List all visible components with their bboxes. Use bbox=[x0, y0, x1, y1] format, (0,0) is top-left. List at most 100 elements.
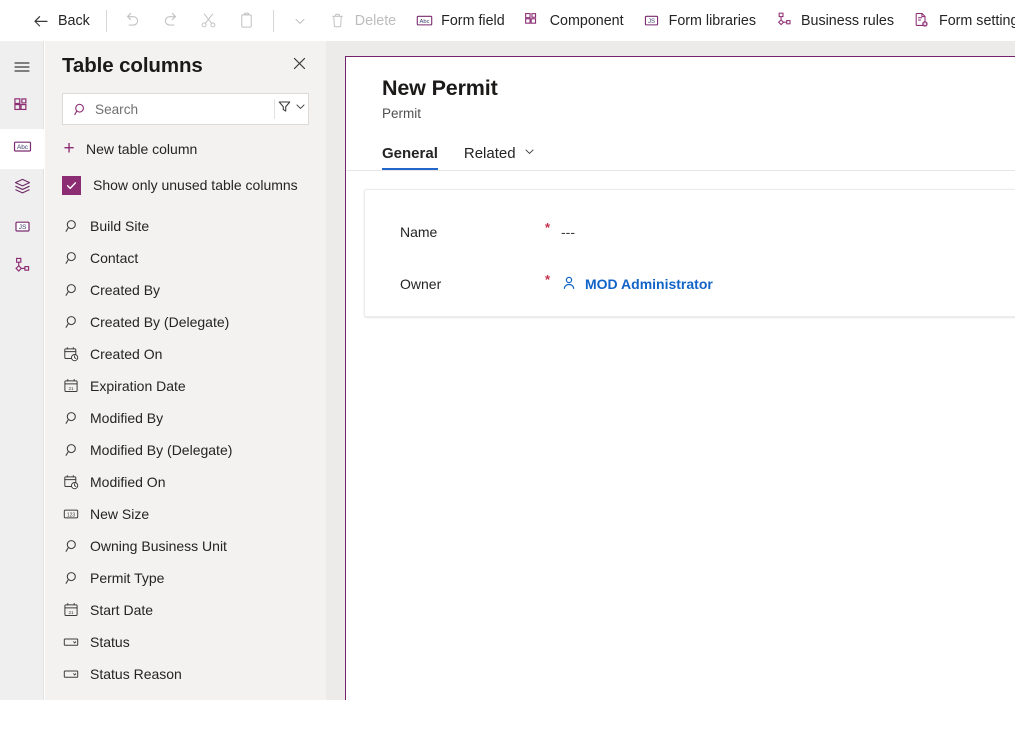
filter-button[interactable] bbox=[277, 95, 293, 123]
chevron-down-icon bbox=[523, 145, 536, 162]
lookup-icon bbox=[62, 314, 79, 331]
redo-button[interactable] bbox=[152, 5, 190, 37]
field-value-owner[interactable]: MOD Administrator bbox=[561, 275, 713, 294]
form-tabs: General Related bbox=[382, 137, 1015, 170]
search-icon bbox=[73, 102, 88, 117]
layers-icon bbox=[12, 176, 33, 202]
business-rules-button[interactable]: Business rules bbox=[765, 5, 903, 37]
back-button[interactable]: Back bbox=[22, 5, 99, 37]
table-columns-list[interactable]: Build Site Contact Created By Created By (D… bbox=[45, 210, 326, 700]
paste-button[interactable] bbox=[228, 5, 266, 37]
form-card: New Permit Permit General Related Name * bbox=[345, 56, 1015, 700]
lookup-icon bbox=[62, 218, 79, 235]
table-column-label: Created By bbox=[90, 281, 161, 298]
table-column-label: Expiration Date bbox=[90, 377, 186, 394]
business-rules-icon bbox=[774, 11, 794, 31]
date-time-icon bbox=[62, 474, 79, 491]
table-column-item[interactable]: Status Reason bbox=[45, 658, 326, 690]
scissors-icon bbox=[199, 11, 219, 31]
table-column-item[interactable]: Owning Business Unit bbox=[45, 530, 326, 562]
table-column-label: Created By (Delegate) bbox=[90, 313, 230, 330]
undo-icon bbox=[123, 11, 143, 31]
form-libraries-button[interactable]: JS Form libraries bbox=[633, 5, 765, 37]
js-box-icon: JS bbox=[642, 11, 662, 31]
field-row-name[interactable]: Name * --- bbox=[365, 206, 1015, 258]
table-column-item[interactable]: 21 Start Date bbox=[45, 594, 326, 626]
table-column-item[interactable]: Created By (Delegate) bbox=[45, 306, 326, 338]
trash-icon bbox=[328, 11, 348, 31]
panel-header: Table columns bbox=[45, 41, 326, 79]
tabs-divider bbox=[346, 170, 1015, 171]
table-column-item[interactable]: Created By bbox=[45, 274, 326, 306]
table-column-label: Build Site bbox=[90, 217, 150, 234]
rail-item-layers[interactable] bbox=[0, 169, 44, 209]
filter-chevron-button[interactable] bbox=[292, 95, 308, 123]
new-table-column-button[interactable]: + New table column bbox=[62, 135, 309, 163]
lookup-icon bbox=[62, 410, 79, 427]
form-settings-button[interactable]: Form settings bbox=[903, 5, 1015, 37]
rail-item-components[interactable] bbox=[0, 89, 44, 129]
svg-text:21: 21 bbox=[68, 610, 74, 615]
new-table-column-label: New table column bbox=[86, 141, 198, 157]
person-icon bbox=[561, 275, 577, 294]
tab-general[interactable]: General bbox=[382, 145, 438, 170]
tab-related-label: Related bbox=[463, 145, 516, 162]
table-column-item[interactable]: 21 Expiration Date bbox=[45, 370, 326, 402]
required-marker-name: * bbox=[545, 220, 551, 235]
table-column-item[interactable]: Modified By (Delegate) bbox=[45, 434, 326, 466]
field-value-name[interactable]: --- bbox=[561, 224, 575, 240]
search-input[interactable] bbox=[95, 101, 272, 117]
show-only-unused-checkbox[interactable]: Show only unused table columns bbox=[62, 172, 309, 198]
undo-button[interactable] bbox=[114, 5, 152, 37]
table-column-item[interactable]: Modified On bbox=[45, 466, 326, 498]
toolbar-divider bbox=[105, 9, 107, 32]
field-value-name-text: --- bbox=[561, 224, 575, 240]
arrow-left-icon bbox=[31, 11, 51, 31]
svg-text:123: 123 bbox=[66, 512, 75, 518]
table-column-item[interactable]: Build Site bbox=[45, 210, 326, 242]
rail-item-table-columns[interactable]: Abc bbox=[0, 129, 44, 169]
table-column-label: Modified On bbox=[90, 473, 166, 490]
js-box-icon: JS bbox=[12, 216, 33, 242]
cut-button[interactable] bbox=[190, 5, 228, 37]
table-column-item[interactable]: Contact bbox=[45, 242, 326, 274]
field-label-owner: Owner bbox=[400, 276, 442, 292]
table-column-label: Start Date bbox=[90, 601, 154, 618]
table-column-item[interactable]: Permit Type bbox=[45, 562, 326, 594]
table-column-label: Status bbox=[90, 633, 130, 650]
form-section: Name * --- Owner * MOD Administrator bbox=[364, 189, 1015, 317]
rail-item-business-rules[interactable] bbox=[0, 249, 44, 289]
svg-text:Abc: Abc bbox=[419, 19, 429, 25]
lookup-icon bbox=[62, 282, 79, 299]
tab-related[interactable]: Related bbox=[464, 145, 536, 170]
table-column-label: Modified By (Delegate) bbox=[90, 441, 233, 458]
form-libraries-label: Form libraries bbox=[668, 12, 756, 29]
rail-item-menu[interactable] bbox=[0, 49, 44, 89]
date-only-icon: 21 bbox=[62, 602, 79, 619]
rail-item-form-libraries[interactable]: JS bbox=[0, 209, 44, 249]
search-box[interactable] bbox=[62, 93, 309, 125]
filter-icon bbox=[277, 99, 292, 119]
form-settings-icon bbox=[912, 11, 932, 31]
choice-icon bbox=[62, 634, 79, 651]
table-column-item[interactable]: Modified By bbox=[45, 402, 326, 434]
form-field-button[interactable]: Abc Form field bbox=[405, 5, 514, 37]
table-column-label: Owning Business Unit bbox=[90, 537, 227, 554]
lookup-icon bbox=[62, 250, 79, 267]
table-column-label: Status Reason bbox=[90, 665, 182, 682]
paste-options-button[interactable] bbox=[281, 5, 319, 37]
close-button[interactable] bbox=[286, 53, 312, 79]
svg-text:JS: JS bbox=[18, 224, 26, 231]
table-column-item[interactable]: 123 New Size bbox=[45, 498, 326, 530]
abc-box-icon: Abc bbox=[414, 11, 434, 31]
delete-button[interactable]: Delete bbox=[319, 5, 405, 37]
table-column-item[interactable]: Created On bbox=[45, 338, 326, 370]
table-columns-panel: Table columns + bbox=[45, 41, 370, 700]
table-column-label: Created On bbox=[90, 345, 163, 362]
form-header: New Permit Permit General Related bbox=[346, 57, 1015, 170]
lookup-icon bbox=[62, 570, 79, 587]
lookup-icon bbox=[62, 442, 79, 459]
field-row-owner[interactable]: Owner * MOD Administrator bbox=[365, 258, 1015, 310]
table-column-item[interactable]: Status bbox=[45, 626, 326, 658]
component-button[interactable]: Component bbox=[514, 5, 633, 37]
